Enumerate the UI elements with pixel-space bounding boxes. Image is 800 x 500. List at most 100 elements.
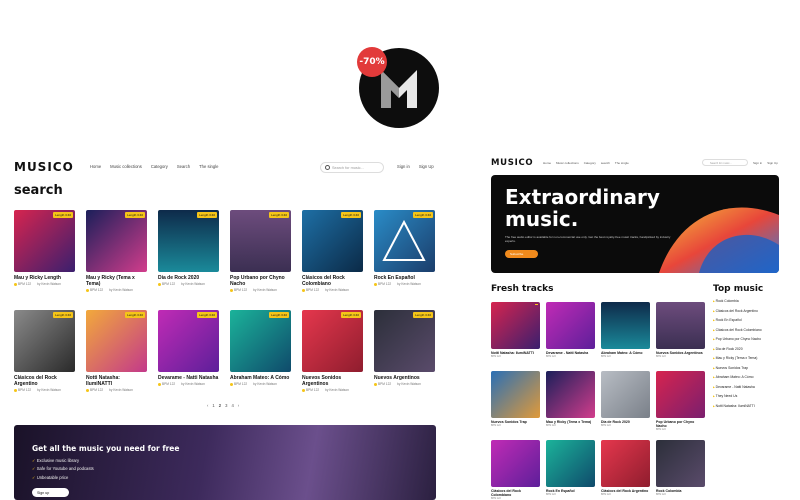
track-meta: BPM 122 (546, 355, 556, 358)
nav-music-collections[interactable]: Music collections (110, 164, 142, 169)
brand-logo[interactable]: MUSICO (14, 160, 74, 174)
track-card[interactable]: Length 3:40 Nuevos Argentinos BPM 122 by … (374, 310, 435, 386)
fresh-track-card[interactable]: Mau y Ricky (Tema x Tema) BPM 122 (546, 371, 595, 427)
auth-links: Sign in Sign Up (753, 161, 778, 165)
pager-page[interactable]: 2 (219, 403, 221, 408)
fresh-track-card[interactable]: Rock En Español BPM 122 (546, 440, 595, 496)
pager-next[interactable]: › (238, 403, 239, 408)
fresh-track-card[interactable]: Clásicos del Rock Colombiano BPM 122 (491, 440, 540, 500)
track-card[interactable]: Length 3:40 Dia de Rock 2020 BPM 122 by K… (158, 210, 219, 286)
track-card[interactable]: Length 3:40 Devarame - Natti Natasha BPM… (158, 310, 219, 386)
fresh-track-card[interactable]: Clásicos del Rock Argentino BPM 122 (601, 440, 650, 496)
sign-up-button[interactable]: Sign up (32, 488, 69, 497)
track-cover (546, 302, 595, 349)
track-meta: BPM 122 by Kevin Watson (158, 382, 219, 386)
track-card[interactable]: Length 3:40 Nuevos Sonidos Argentinos BP… (302, 310, 363, 392)
top-music-item[interactable]: Rock En Español (713, 316, 762, 326)
track-cover: Length 3:40 (14, 310, 75, 372)
nav-category[interactable]: Category (151, 164, 168, 169)
fresh-track-card[interactable]: Nuevos Sonidos Trap BPM 122 (491, 371, 540, 427)
nav-music-collections[interactable]: Music collections (556, 161, 579, 165)
track-meta: BPM 122 by Kevin Watson (158, 282, 219, 286)
pager-page[interactable]: 1 (212, 403, 214, 408)
top-music-item[interactable]: Rock Colombia (713, 297, 762, 307)
pager-page[interactable]: 4 (231, 403, 233, 408)
track-cover (491, 440, 540, 487)
fresh-tracks-title: Fresh tracks (491, 284, 554, 294)
sign-in-link[interactable]: Sign in (397, 164, 410, 169)
top-music-item[interactable]: Mau y Ricky (Tema x Tema) (713, 354, 762, 364)
auth-links: Sign in Sign Up (397, 164, 434, 169)
length-tag: Length 3:40 (269, 212, 289, 218)
fresh-track-card[interactable]: Nuevos Sonidos Argentinos BPM 122 (656, 302, 705, 358)
pager-prev[interactable]: ‹ (207, 403, 208, 408)
main-nav: Home Music collections Category search T… (543, 161, 629, 165)
track-meta: BPM 122 by Kevin Watson (14, 388, 75, 392)
length-tag: Length 3:40 (53, 312, 73, 318)
nav-category[interactable]: Category (584, 161, 596, 165)
nav-home[interactable]: Home (543, 161, 551, 165)
track-meta: BPM 122 by Kevin Watson (230, 382, 291, 386)
top-music-item[interactable]: Devarame - Natti Natasha (713, 383, 762, 393)
track-cover (656, 371, 705, 418)
track-cover: Length 3:40 (14, 210, 75, 272)
track-cover: Length 3:40 (302, 310, 363, 372)
top-music-item[interactable]: Pop Urbano por Chyno Nacho (713, 335, 762, 345)
subscribe-button[interactable]: Subscribe (505, 250, 538, 258)
track-cover (601, 371, 650, 418)
track-cover: Length 3:40 (230, 210, 291, 272)
top-music-item[interactable]: Nuevos Sonidos Trap (713, 364, 762, 374)
track-cover: Length 3:40 (158, 310, 219, 372)
track-cover (601, 440, 650, 487)
search-input[interactable]: Search for music... (702, 159, 748, 166)
fresh-track-card[interactable]: Devarame - Natti Natasha BPM 122 (546, 302, 595, 358)
length-tag (535, 304, 538, 305)
track-title: Notti Natasha: IlumiNATTI (86, 375, 120, 387)
fresh-track-card[interactable]: Rock Colombia BPM 122 (656, 440, 705, 496)
nav-search[interactable]: search (601, 161, 610, 165)
track-card[interactable]: Length 3:40 Mau y Ricky Length BPM 122 by… (14, 210, 75, 286)
top-music-item[interactable]: Dia de Rock 2020 (713, 345, 762, 355)
track-title: Clásicos del Rock Colombiano (302, 275, 345, 287)
sign-up-link[interactable]: Sign Up (419, 164, 434, 169)
sign-in-link[interactable]: Sign in (753, 161, 762, 165)
fresh-track-card[interactable]: Dia de Rock 2020 BPM 122 (601, 371, 650, 427)
track-card[interactable]: Length 3:40 Rock En Español BPM 122 by Ke… (374, 210, 435, 286)
top-music-item[interactable]: Abraham Mateo: A Cómo (713, 373, 762, 383)
brand-logo[interactable]: MUSICO (491, 158, 533, 168)
triangle-art-icon (382, 219, 426, 261)
track-title: Pop Urbano por Chyno Nacho (656, 420, 695, 428)
search-input[interactable]: Search for music... (320, 162, 384, 173)
hero-swirl-art (659, 207, 779, 273)
track-card[interactable]: Length 3:40 Clásicos del Rock Argentino … (14, 310, 75, 392)
length-tag: Length 3:40 (341, 312, 361, 318)
track-card[interactable]: Length 3:40 Pop Urbano por Chyno Nacho B… (230, 210, 291, 292)
fresh-track-card[interactable]: Pop Urbano por Chyno Nacho BPM 122 (656, 371, 705, 431)
top-music-title: Top music (713, 284, 764, 294)
top-music-item[interactable]: They Need Us (713, 392, 762, 402)
discount-badge: -70% (357, 47, 387, 77)
nav-search[interactable]: Search (177, 164, 190, 169)
track-card[interactable]: Length 3:40 Mau y Ricky (Tema x Tema) BP… (86, 210, 147, 292)
pager-page[interactable]: 3 (225, 403, 227, 408)
track-card[interactable]: Length 3:40 Notti Natasha: IlumiNATTI BP… (86, 310, 147, 392)
top-music-item[interactable]: Notti Natasha: IlumiNATTI (713, 402, 762, 412)
fresh-track-card[interactable]: Notti Natasha: IlumiNATTI BPM 122 (491, 302, 540, 358)
top-music-item[interactable]: Clásicos del Rock Colombiano (713, 326, 762, 336)
track-cover (491, 371, 540, 418)
top-music-item[interactable]: Clásicos del Rock Argentino (713, 307, 762, 317)
track-title: Nuevos Sonidos Argentinos (302, 375, 342, 387)
track-title: Abraham Mateo: A Cómo (230, 375, 290, 381)
length-tag: Length 3:40 (53, 212, 73, 218)
track-meta: BPM 122 by Kevin Watson (86, 388, 147, 392)
nav-the-single[interactable]: The single (199, 164, 218, 169)
nav-home[interactable]: Home (90, 164, 101, 169)
sign-up-link[interactable]: Sign Up (767, 161, 778, 165)
nav-the-single[interactable]: The single (615, 161, 629, 165)
track-card[interactable]: Length 3:40 Abraham Mateo: A Cómo BPM 12… (230, 310, 291, 386)
hero-subtitle: The free audio editor is available for n… (505, 235, 671, 243)
track-meta: BPM 122 (601, 355, 611, 358)
track-card[interactable]: Length 3:40 Clásicos del Rock Colombiano… (302, 210, 363, 292)
fresh-track-card[interactable]: Abraham Mateo: A Cómo BPM 122 (601, 302, 650, 358)
top-music-list: Rock Colombia Clásicos del Rock Argentin… (713, 297, 762, 411)
